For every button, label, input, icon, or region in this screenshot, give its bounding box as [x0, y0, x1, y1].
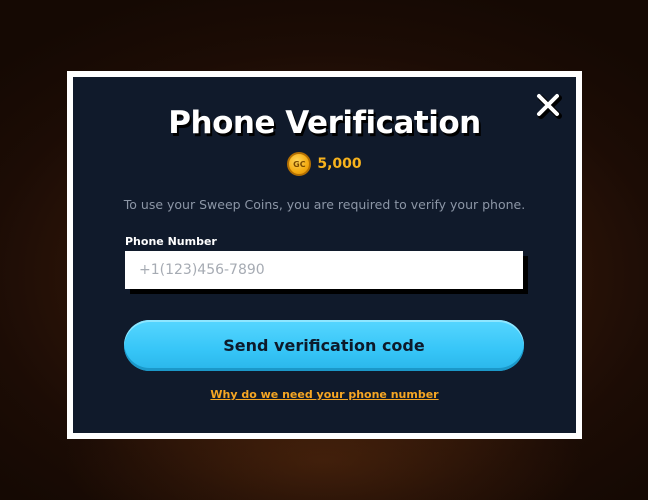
phone-verification-modal: Phone Verification GC 5,000 To use your …	[73, 77, 576, 433]
phone-input-container	[125, 251, 523, 289]
phone-number-input[interactable]	[125, 251, 523, 289]
modal-title: Phone Verification	[168, 105, 481, 141]
coin-balance: GC 5,000	[73, 152, 576, 176]
coin-balance-amount: 5,000	[317, 156, 362, 172]
why-phone-link-container: Why do we need your phone number	[73, 383, 576, 402]
modal-frame: Phone Verification GC 5,000 To use your …	[67, 71, 582, 439]
verification-description: To use your Sweep Coins, you are require…	[123, 197, 526, 212]
send-verification-code-button[interactable]: Send verification code	[124, 320, 524, 371]
why-phone-number-link[interactable]: Why do we need your phone number	[210, 388, 438, 401]
gc-coin-icon: GC	[287, 152, 312, 176]
phone-number-label: Phone Number	[125, 235, 217, 248]
